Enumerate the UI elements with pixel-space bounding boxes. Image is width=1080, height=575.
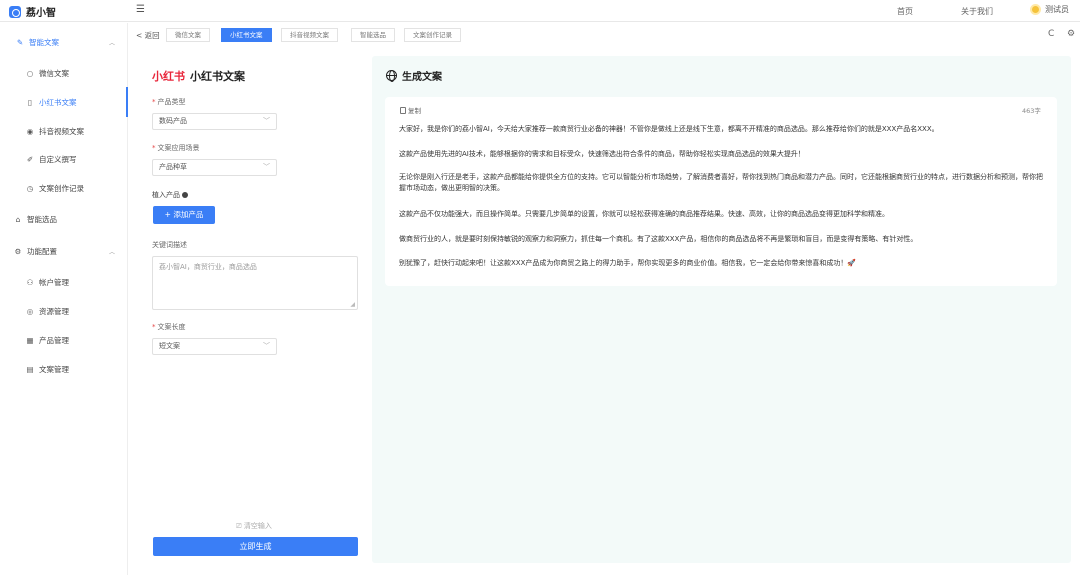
sidebar-item-label: 产品管理	[39, 335, 69, 345]
bag-icon: ⌂	[15, 214, 21, 224]
play-icon: ◉	[26, 126, 34, 136]
doc-icon: ▤	[26, 364, 34, 374]
sidebar-item-xiaohongshu[interactable]: ▯ 小红书文案	[0, 87, 128, 117]
product-type-label: * 产品类型	[152, 98, 186, 106]
keyword-placeholder: 荔小智AI，商贸行业，商品选品	[159, 263, 257, 271]
user-menu[interactable]: 测试员	[1030, 4, 1069, 15]
result-paragraph: 这款产品不仅功能强大，而且操作简单。只需要几步简单的设置，你就可以轻松获得准确的…	[399, 210, 889, 218]
tab-xiaohongshu[interactable]: 小红书文案	[221, 28, 272, 42]
sidebar: ✎ 智能文案 ︿ ○ 微信文案 ▯ 小红书文案 ◉ 抖音视频文案 ✐ 自定义撰写…	[0, 23, 128, 575]
sidebar-item-copy-manage[interactable]: ▤ 文案管理	[0, 360, 127, 378]
sidebar-item-douyin[interactable]: ◉ 抖音视频文案	[0, 122, 127, 140]
nav-about-link[interactable]: 关于我们	[961, 6, 993, 17]
tab-smart-selection[interactable]: 智能选品	[351, 28, 395, 42]
copy-icon	[400, 106, 406, 114]
grid-icon: ▦	[26, 335, 34, 345]
sidebar-item-label: 抖音视频文案	[39, 126, 84, 136]
note-icon: ▯	[27, 97, 33, 107]
result-paragraph: 无论你是刚入行还是老手，这款产品都能给你提供全方位的支持。它可以智能分析市场趋势…	[399, 173, 1043, 192]
sidebar-item-config[interactable]: ⚙ 功能配置 ︿	[0, 242, 127, 260]
result-paragraph: 大家好，我是你们的荔小智AI，今天给大家推荐一款商贸行业必备的神器！不管你是做线…	[399, 125, 939, 133]
app-logo[interactable]: 荔小智	[9, 4, 56, 19]
sidebar-item-label: 资源管理	[39, 306, 69, 316]
menu-toggle-icon[interactable]: ☰	[136, 4, 145, 15]
add-product-button[interactable]: + 添加产品	[153, 206, 215, 224]
tab-douyin[interactable]: 抖音视频文案	[281, 28, 338, 42]
avatar	[1030, 4, 1041, 15]
resize-handle-icon[interactable]: ◢	[350, 301, 355, 308]
edit-icon: ✐	[26, 154, 34, 164]
sidebar-item-label: 智能文案	[29, 37, 59, 47]
sidebar-item-label: 微信文案	[39, 68, 69, 78]
xiaohongshu-logo: 小红书	[152, 70, 185, 83]
users-icon: ⚇	[26, 277, 34, 287]
product-label: 植入产品	[152, 190, 188, 200]
top-bar: 荔小智 ☰ 首页 关于我们 测试员	[0, 0, 1080, 22]
keyword-label: 关键词描述	[152, 241, 187, 249]
sidebar-item-label: 智能选品	[27, 214, 57, 224]
logo-icon	[9, 5, 21, 18]
nav-home-link[interactable]: 首页	[897, 6, 913, 17]
length-select[interactable]: 短文案 ﹀	[152, 338, 277, 355]
form-title: 小红书 小红书文案	[152, 68, 245, 84]
tab-bar: < 返回 微信文案 小红书文案 抖音视频文案 智能选品 文案创作记录 C ⚙	[128, 26, 1080, 46]
trash-icon: ⎚	[236, 522, 244, 530]
app-name: 荔小智	[26, 8, 56, 19]
sidebar-item-resources[interactable]: ◎ 资源管理	[0, 302, 127, 320]
result-paragraph: 这款产品使用先进的AI技术，能够根据你的需求和目标受众，快速筛选出符合条件的商品…	[399, 150, 805, 158]
globe-icon	[386, 70, 397, 82]
tab-records[interactable]: 文案创作记录	[404, 28, 461, 42]
result-paragraph: 别犹豫了，赶快行动起来吧！让这款XXX产品成为你商贸之路上的得力助手，帮你实现更…	[399, 259, 857, 267]
sidebar-item-smart-copy[interactable]: ✎ 智能文案 ︿	[0, 33, 127, 51]
keyword-textarea[interactable]: 荔小智AI，商贸行业，商品选品 ◢	[152, 256, 358, 310]
chevron-up-icon: ︿	[108, 248, 115, 256]
resource-icon: ◎	[26, 306, 34, 316]
clear-input-link[interactable]: ⎚ 清空输入	[236, 521, 272, 531]
sidebar-item-records[interactable]: ◷ 文案创作记录	[0, 179, 127, 197]
sidebar-item-custom[interactable]: ✐ 自定义撰写	[0, 150, 127, 168]
product-type-value: 数码产品	[159, 117, 187, 125]
sidebar-item-label: 帐户管理	[39, 277, 69, 287]
result-header: 生成文案	[386, 68, 442, 83]
sidebar-item-accounts[interactable]: ⚇ 帐户管理	[0, 273, 127, 291]
chat-icon: ○	[26, 68, 34, 78]
product-type-select[interactable]: 数码产品 ﹀	[152, 113, 277, 130]
chevron-down-icon: ﹀	[263, 163, 270, 171]
copy-button[interactable]: 复制	[400, 105, 421, 115]
scene-select[interactable]: 产品种草 ﹀	[152, 159, 277, 176]
wand-icon: ✎	[16, 37, 24, 47]
scene-label: * 文案应用场景	[152, 144, 200, 152]
result-title: 生成文案	[402, 72, 442, 83]
form-title-text: 小红书文案	[190, 70, 245, 83]
sidebar-item-products[interactable]: ▦ 产品管理	[0, 331, 127, 349]
scene-value: 产品种草	[159, 163, 187, 171]
length-label: * 文案长度	[152, 323, 186, 331]
sidebar-item-label: 文案管理	[39, 364, 69, 374]
chevron-down-icon: ﹀	[263, 342, 270, 350]
chevron-up-icon: ︿	[108, 39, 115, 47]
chevron-down-icon: ﹀	[263, 117, 270, 125]
settings-icon[interactable]: ⚙	[1067, 29, 1075, 39]
user-name: 测试员	[1045, 5, 1069, 14]
info-icon[interactable]	[182, 192, 188, 198]
sidebar-item-smart-selection[interactable]: ⌂ 智能选品	[0, 210, 127, 228]
sidebar-item-label: 小红书文案	[39, 97, 77, 107]
tab-wechat[interactable]: 微信文案	[166, 28, 210, 42]
result-paragraph: 做商贸行业的人，就是要时刻保持敏锐的观察力和洞察力，抓住每一个商机。有了这款XX…	[399, 235, 918, 243]
sidebar-item-wechat[interactable]: ○ 微信文案	[0, 64, 127, 82]
refresh-icon[interactable]: C	[1048, 29, 1054, 39]
clock-icon: ◷	[26, 183, 34, 193]
generate-button[interactable]: 立即生成	[153, 537, 358, 556]
word-count: 463字	[1022, 107, 1041, 115]
sidebar-item-label: 文案创作记录	[39, 183, 84, 193]
back-button[interactable]: < 返回	[136, 30, 160, 41]
length-value: 短文案	[159, 342, 180, 350]
sidebar-item-label: 功能配置	[27, 246, 57, 256]
gear-icon: ⚙	[14, 246, 22, 256]
sidebar-item-label: 自定义撰写	[39, 154, 77, 164]
